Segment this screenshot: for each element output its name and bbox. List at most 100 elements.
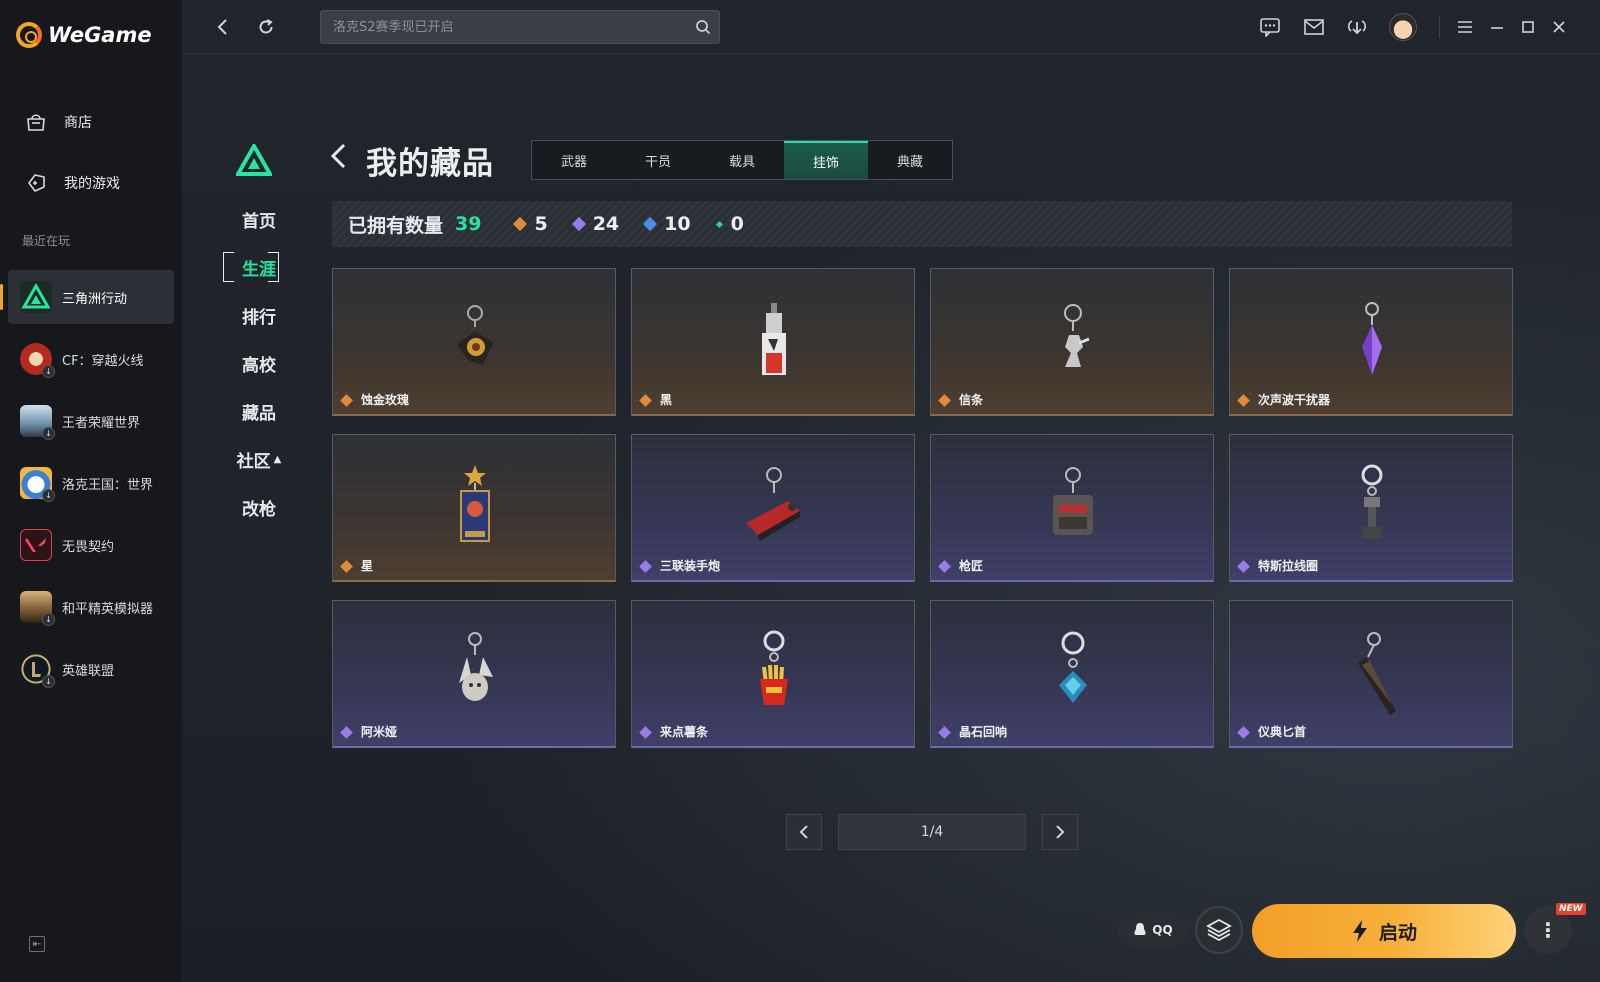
- collection-card[interactable]: 特斯拉线圈: [1229, 434, 1513, 582]
- subnav-career[interactable]: 生涯: [220, 248, 298, 286]
- subnav-label: 排行: [242, 307, 276, 328]
- next-page-button[interactable]: [1042, 814, 1078, 850]
- peacekeeper-elite-icon: ↓: [20, 591, 55, 626]
- charm-fries-image: [760, 630, 788, 705]
- maximize-icon[interactable]: [1515, 14, 1541, 40]
- game-item-valorant[interactable]: 无畏契约: [8, 518, 174, 572]
- subnav-label: 藏品: [242, 403, 276, 424]
- launch-button[interactable]: 启动: [1252, 904, 1516, 958]
- collection-card[interactable]: 次声波干扰器: [1229, 268, 1513, 416]
- mail-icon[interactable]: [1301, 14, 1327, 40]
- item-name: 阿米娅: [361, 725, 398, 739]
- sidebar-item-label: 我的游戏: [64, 176, 120, 192]
- collection-card[interactable]: 星: [332, 434, 616, 582]
- back-arrow-icon[interactable]: [328, 141, 352, 173]
- stat-value: 24: [592, 213, 620, 235]
- download-icon[interactable]: [1344, 14, 1370, 40]
- wegame-logo[interactable]: WeGame: [16, 22, 152, 48]
- chat-icon[interactable]: [1257, 14, 1283, 40]
- charm-creed-image: [1064, 304, 1090, 367]
- collection-card[interactable]: 晶石回响: [930, 600, 1214, 748]
- tab-classics[interactable]: 典藏: [868, 141, 952, 179]
- subnav-home[interactable]: 首页: [220, 200, 298, 238]
- honor-of-kings-world-icon: ↓: [20, 405, 55, 440]
- pagination: 1/4: [786, 814, 1078, 850]
- subnav-gunsmith[interactable]: 改枪: [220, 488, 298, 526]
- collapse-sidebar-icon[interactable]: ⇤: [29, 936, 45, 952]
- tab-charms[interactable]: 挂饰: [784, 141, 868, 179]
- crossfire-icon: ↓: [20, 343, 55, 378]
- minimize-icon[interactable]: [1484, 14, 1510, 40]
- stat-value: 5: [534, 213, 548, 235]
- download-badge-icon: ↓: [42, 427, 55, 440]
- tab-vehicles[interactable]: 载具: [700, 141, 784, 179]
- prev-page-button[interactable]: [786, 814, 822, 850]
- qq-label: QQ: [1152, 923, 1173, 937]
- game-item-league-of-legends[interactable]: ↓ 英雄联盟: [8, 642, 174, 696]
- charm-triple-hand-cannon-image: [746, 467, 800, 541]
- game-name: 洛克王国：世界: [62, 477, 154, 493]
- item-name: 来点薯条: [660, 725, 709, 739]
- rarity-green-icon: [715, 220, 723, 228]
- game-name: 王者荣耀世界: [62, 415, 141, 431]
- delta-force-icon: [20, 281, 52, 313]
- game-subnav: 首页 生涯 排行 高校 藏品 社区 ▲ 改枪: [220, 200, 298, 536]
- item-name: 信条: [959, 393, 984, 407]
- recent-games-list: 三角洲行动 ↓ CF：穿越火线 ↓ 王者荣耀世界 ↓ 洛克王国：世界 无畏契约: [0, 270, 174, 704]
- collection-card[interactable]: 仪典匕首: [1229, 600, 1513, 748]
- stat-green: 0: [715, 213, 744, 235]
- charm-crystal-echo-image: [1059, 631, 1087, 703]
- close-icon[interactable]: [1546, 14, 1572, 40]
- tab-operators[interactable]: 干员: [616, 141, 700, 179]
- top-bar: [182, 0, 1600, 54]
- search-icon[interactable]: [695, 19, 711, 35]
- game-item-delta-force[interactable]: 三角洲行动: [0, 270, 174, 324]
- qq-button[interactable]: QQ: [1118, 914, 1188, 946]
- app-sidebar: WeGame 商店 我的游戏 最近在玩 三角洲行动 ↓ CF：穿越火线 ↓ 王者…: [0, 0, 182, 982]
- roco-kingdom-icon: ↓: [20, 467, 55, 502]
- refresh-icon[interactable]: [253, 14, 279, 40]
- wegame-logo-icon: [16, 22, 42, 48]
- sidebar-item-label: 商店: [64, 115, 92, 131]
- game-name: 英雄联盟: [62, 663, 115, 679]
- recent-played-label: 最近在玩: [22, 234, 71, 248]
- collection-card[interactable]: 黑: [631, 268, 915, 416]
- game-item-peacekeeper-elite-sim[interactable]: ↓ 和平精英模拟器: [8, 580, 174, 634]
- subnav-ranking[interactable]: 排行: [220, 296, 298, 334]
- tab-weapons[interactable]: 武器: [532, 141, 616, 179]
- game-item-crossfire[interactable]: ↓ CF：穿越火线: [8, 332, 174, 386]
- game-item-honor-of-kings-world[interactable]: ↓ 王者荣耀世界: [8, 394, 174, 448]
- collection-card[interactable]: 来点薯条: [631, 600, 915, 748]
- subnav-label: 改枪: [242, 499, 276, 520]
- charm-amiya-image: [459, 632, 493, 701]
- sidebar-item-mygames[interactable]: 我的游戏: [0, 163, 182, 203]
- item-name: 次声波干扰器: [1258, 393, 1331, 407]
- menu-icon[interactable]: [1452, 14, 1478, 40]
- back-icon[interactable]: [210, 14, 236, 40]
- charm-infrasound-jammer-image: [1362, 302, 1382, 375]
- stat-gold: 5: [513, 213, 548, 235]
- store-icon: [24, 110, 48, 134]
- avatar[interactable]: [1389, 13, 1417, 41]
- collection-tabs: 武器 干员 载具 挂饰 典藏: [531, 140, 953, 180]
- game-item-roco-kingdom[interactable]: ↓ 洛克王国：世界: [8, 456, 174, 510]
- search-input[interactable]: [333, 19, 683, 35]
- subnav-community[interactable]: 社区 ▲: [220, 440, 298, 478]
- search-box[interactable]: [320, 10, 720, 44]
- collection-card[interactable]: 枪匠: [930, 434, 1214, 582]
- subnav-collection[interactable]: 藏品: [220, 392, 298, 430]
- accelerator-button[interactable]: [1195, 906, 1243, 954]
- subnav-college[interactable]: 高校: [220, 344, 298, 382]
- charm-black-image: [762, 303, 786, 375]
- collection-card[interactable]: 三联装手炮: [631, 434, 915, 582]
- rarity-purple-icon: [571, 216, 586, 232]
- item-name: 枪匠: [959, 559, 984, 573]
- delta-force-logo-icon: [234, 141, 274, 176]
- collection-card[interactable]: 阿米娅: [332, 600, 616, 748]
- collection-card[interactable]: 信条: [930, 268, 1214, 416]
- sidebar-item-store[interactable]: 商店: [0, 102, 182, 142]
- page-indicator[interactable]: 1/4: [838, 814, 1026, 850]
- collection-card[interactable]: 蚀金玫瑰: [332, 268, 616, 416]
- game-name: CF：穿越火线: [62, 353, 144, 369]
- game-name: 无畏契约: [62, 539, 115, 555]
